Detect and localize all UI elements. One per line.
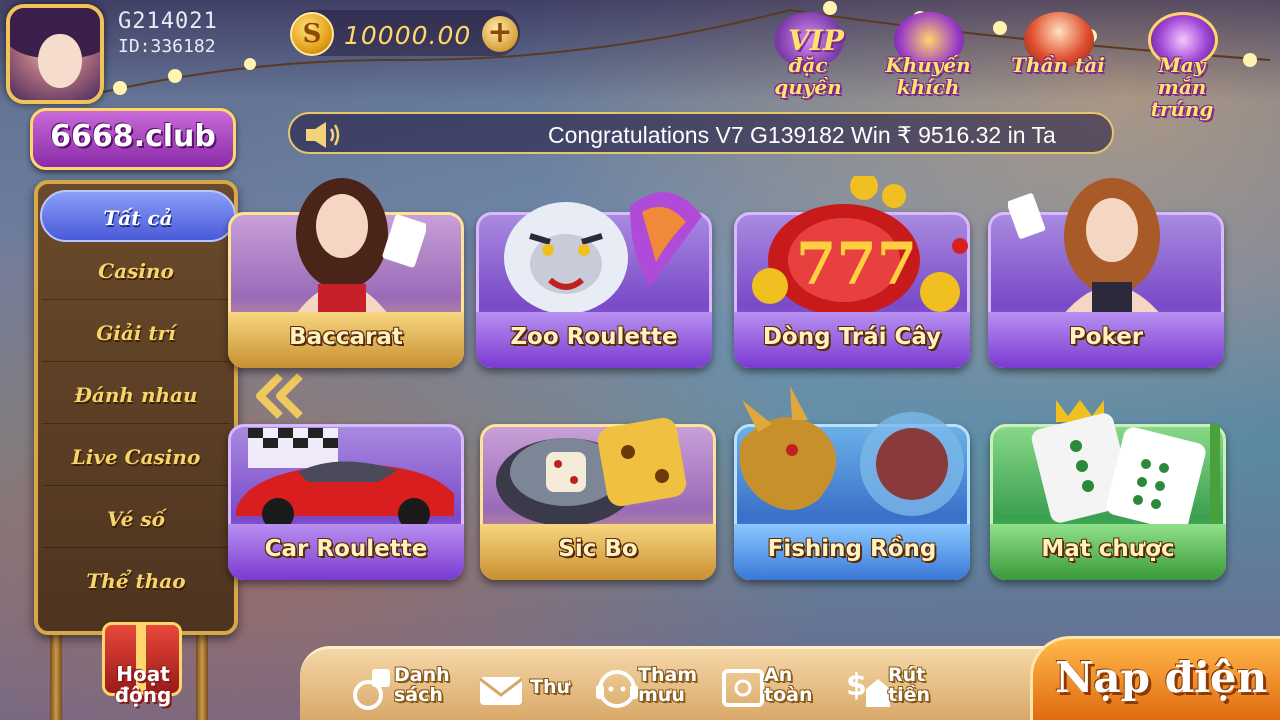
avatar-face: [38, 34, 82, 88]
poker-girl-icon: [1008, 178, 1162, 316]
game-name: Dòng Trái Cây: [762, 324, 942, 350]
game-tile-fishing-dragon[interactable]: Fishing Rồng: [734, 386, 970, 580]
sidebar-leg-right: [196, 630, 208, 720]
speaker-icon: [306, 122, 340, 148]
game-tile-sic-bo[interactable]: Sic Bo: [480, 417, 716, 580]
nav-withdraw[interactable]: $ Rút tiền: [844, 657, 954, 717]
nav-ranking-text: Danh sách: [394, 664, 450, 706]
deposit-button[interactable]: Nạp điện: [1030, 636, 1280, 720]
game-name: Mạt chược: [1041, 536, 1175, 562]
category-all[interactable]: Tất cả: [40, 190, 236, 242]
svg-text:$: $: [846, 668, 867, 703]
balance-value: 10000.00: [344, 21, 472, 50]
game-name: Sic Bo: [558, 536, 638, 562]
headset-icon: [596, 670, 638, 708]
nav-mail-label: Thư: [530, 676, 571, 698]
bottom-nav-bar: Danh sách Thư Tham mưu An toàn $ Rút tiền: [300, 646, 1060, 720]
category-lottery[interactable]: Vé số: [42, 490, 230, 548]
activity-label: Hoạt động: [114, 662, 172, 707]
category-sports[interactable]: Thể thao: [42, 552, 230, 610]
withdraw-icon: $: [846, 668, 890, 707]
activity-button[interactable]: Hoạt động: [94, 614, 192, 720]
vip-privilege-button[interactable]: VIP đặc quyền: [752, 8, 864, 108]
nav-safe[interactable]: An toàn: [720, 657, 830, 717]
mahjong-tiles-icon: [1031, 400, 1220, 524]
announcement-marquee: Congratulations V7 G139182 Win ₹ 9516.32…: [288, 112, 1114, 154]
slot-machine-icon: 777: [752, 176, 968, 316]
god-of-wealth-button[interactable]: Thần tài: [1002, 8, 1114, 108]
lucky-wheel-label: May mắn trúng: [1150, 53, 1214, 121]
marquee-text: Congratulations V7 G139182 Win ₹ 9516.32…: [548, 122, 1056, 148]
dragon-icon: [739, 386, 964, 516]
dealer-girl-icon: [296, 178, 426, 314]
promotion-button[interactable]: Khuyến khích: [872, 8, 984, 108]
page-left-arrow-icon[interactable]: [250, 372, 308, 420]
game-name: Poker: [1068, 324, 1144, 350]
mail-icon: [479, 677, 523, 705]
player-id: ID:336182: [118, 36, 216, 57]
dice-icon: [496, 417, 687, 526]
nav-support[interactable]: Tham mưu: [594, 657, 704, 717]
ranking-icon: [353, 669, 390, 710]
game-tile-baccarat[interactable]: Baccarat: [228, 178, 464, 368]
game-tile-fruit-line[interactable]: 777 Dòng Trái Cây: [734, 176, 970, 368]
game-tile-car-roulette[interactable]: Car Roulette: [228, 424, 464, 580]
add-coin-button[interactable]: +: [482, 16, 518, 52]
vip-label: đặc quyền: [774, 53, 842, 99]
game-tile-mahjong[interactable]: Mạt chược: [990, 400, 1226, 580]
tiger-phoenix-icon: [504, 192, 702, 314]
game-tile-zoo-roulette[interactable]: Zoo Roulette: [476, 192, 712, 368]
coin-icon: S: [290, 12, 334, 56]
category-fighting[interactable]: Đánh nhau: [42, 366, 230, 424]
player-name: G214021: [118, 9, 218, 34]
svg-text:777: 777: [796, 230, 917, 298]
nav-safe-label: An toàn: [764, 664, 813, 706]
game-name: Zoo Roulette: [510, 324, 678, 350]
game-name: Car Roulette: [264, 536, 428, 562]
lucky-wheel-button[interactable]: May mắn trúng: [1126, 8, 1238, 120]
deposit-label: Nạp điện: [1055, 653, 1268, 702]
safe-icon: [722, 669, 764, 707]
category-sidebar: Tất cả Casino Giải trí Đánh nhau Live Ca…: [34, 180, 238, 635]
god-of-wealth-label: Thần tài: [1011, 53, 1105, 77]
nav-mail[interactable]: Thư: [478, 657, 578, 717]
site-logo: 6668.club: [30, 108, 236, 170]
game-name: Fishing Rồng: [767, 536, 937, 562]
promotion-label: Khuyến khích: [885, 53, 971, 99]
race-car-icon: [236, 428, 454, 528]
nav-ranking-label: Danh sách: [394, 665, 450, 705]
nav-ranking[interactable]: Danh sách: [350, 657, 460, 717]
category-casino[interactable]: Casino: [42, 242, 230, 300]
nav-withdraw-label: Rút tiền: [888, 664, 931, 706]
player-avatar[interactable]: [6, 4, 104, 104]
sidebar-leg-left: [50, 630, 62, 720]
balance-display: S 10000.00 +: [290, 10, 520, 56]
game-tile-poker[interactable]: Poker: [988, 178, 1224, 368]
category-live-casino[interactable]: Live Casino: [42, 428, 230, 486]
game-name: Baccarat: [289, 324, 403, 350]
nav-support-label: Tham mưu: [638, 664, 698, 706]
logo-text: 6668.club: [50, 119, 216, 154]
category-entertainment[interactable]: Giải trí: [42, 304, 230, 362]
